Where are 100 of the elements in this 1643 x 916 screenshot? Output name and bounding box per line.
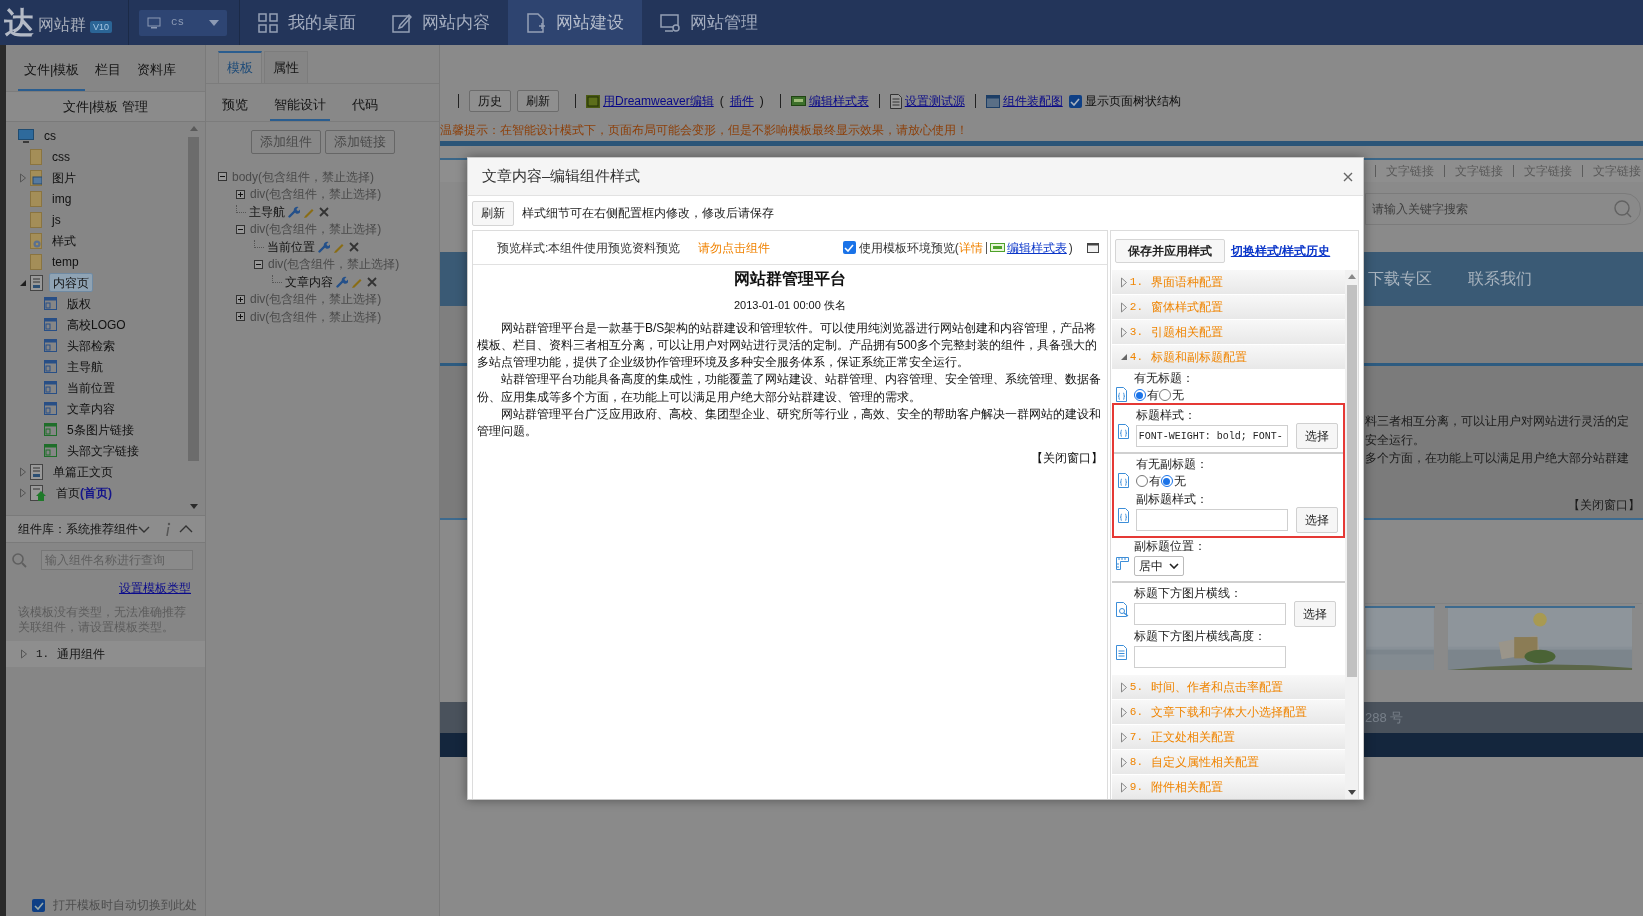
nav-tab[interactable]: 网站建设 <box>508 0 642 45</box>
close-link[interactable]: 【关闭窗口】 <box>1030 448 1103 467</box>
tree-item[interactable]: img <box>48 189 76 208</box>
tree-item[interactable]: 高校LOGO <box>63 315 130 334</box>
section-title: 正文处相关配置 <box>1151 729 1236 746</box>
warning-text: 请勿点击组件 <box>698 239 771 257</box>
parenthesis: ) <box>1068 239 1073 257</box>
view-tab[interactable]: 智能设计 <box>270 91 330 121</box>
field-label: 标题下方图片横线： <box>1133 586 1243 601</box>
article-text: 料三者相互分离，可以让用户对网站进行灵活的定 <box>1365 413 1629 430</box>
field-label: 有无标题： <box>1133 371 1194 386</box>
radio-label: 有 <box>1148 473 1161 490</box>
field-label: 标题样式： <box>1135 408 1197 423</box>
nav-tab[interactable]: 网站管理 <box>642 0 776 45</box>
choose-button[interactable]: 选择 <box>1295 423 1338 449</box>
toolbar-link[interactable]: 编辑样式表 <box>808 92 869 110</box>
article-meta: 2013-01-01 00:00 佚名 <box>733 298 846 313</box>
tree-item[interactable]: 样式 <box>48 231 80 250</box>
tree-item[interactable]: cs <box>40 126 60 145</box>
section-title: 时间、作者和点击率配置 <box>1151 679 1284 696</box>
toolbar-button[interactable]: 历史 <box>469 90 511 112</box>
tree-item[interactable]: 头部检索 <box>63 336 119 355</box>
section-title: 文章下载和字体大小选择配置 <box>1151 704 1308 721</box>
section-number: 1. <box>1129 274 1144 290</box>
section-title: 界面语种配置 <box>1151 274 1224 291</box>
notice-text: 温馨提示：在智能设计模式下，页面布局可能会变形，但是不影响模板最终显示效果，请放心使用！ <box>440 122 968 139</box>
tree-item[interactable]: 单篇正文页 <box>49 462 117 481</box>
tree-node[interactable]: div(包含组件，禁止选择) <box>250 307 382 326</box>
tree-node[interactable]: 当前位置 <box>267 237 315 256</box>
nav-tab[interactable]: 网站内容 <box>374 0 508 45</box>
group-label: 通用组件 <box>57 646 106 663</box>
tree-item[interactable]: temp <box>48 252 83 271</box>
position-select[interactable]: 居中 <box>1133 556 1184 576</box>
menu-item[interactable]: 联系我们 <box>1468 267 1532 291</box>
tree-node[interactable]: div(包含组件，禁止选择) <box>250 220 382 239</box>
panel-tab[interactable]: 模板 <box>218 51 262 83</box>
details-link[interactable]: 详情 <box>958 238 983 257</box>
menu-item[interactable]: 下载专区 <box>1368 267 1432 291</box>
section-title: 自定义属性相关配置 <box>1151 754 1260 771</box>
version-badge: V10 <box>90 20 112 33</box>
section-number: 6. <box>1129 704 1144 720</box>
tree-node[interactable]: 主导航 <box>249 202 285 221</box>
toolbar-link[interactable]: 用Dreamweaver编辑 <box>603 92 714 110</box>
library-group[interactable]: 1. 通用组件 <box>6 641 205 667</box>
tree-node[interactable]: div(包含组件，禁止选择) <box>250 185 382 204</box>
tree-node[interactable]: body(包含组件，禁止选择) <box>232 167 374 186</box>
tree-node[interactable]: 文章内容 <box>285 272 333 291</box>
article-text: 安全运行。 <box>1365 431 1425 449</box>
tree-item[interactable]: 内容页 <box>49 273 93 292</box>
text-field[interactable]: FONT-WEIGHT: bold; FONT- <box>1135 425 1288 447</box>
tree-node[interactable]: div(包含组件，禁止选择) <box>250 290 382 309</box>
article-paragraph: 网站群管理平台是一款基于B/S架构的站群建设和管理软件。可以使用纯浏览器进行网站创建和内容管理，产品将模板、栏目、资料三者相互分离，可以让用户对网站进行灵活的定制。产品拥有500多个完整封装的组件，具备强大的多站点管理功能，提供了企业级协作管理环境及多种安全服务体系，保证系统正常安全运行。 <box>477 319 1099 372</box>
dialog-title: 文章内容–编辑组件样式 <box>482 166 641 187</box>
panel-tab[interactable]: 栏目 <box>89 51 128 91</box>
panel-tab[interactable]: 资料库 <box>131 51 183 91</box>
tree-item[interactable]: js <box>48 210 65 229</box>
view-tab[interactable]: 代码 <box>348 91 382 121</box>
section-number: 8. <box>1129 754 1144 770</box>
panel-tab[interactable]: 属性 <box>264 51 308 83</box>
article-paragraph: 网站群管理平台广泛应用政府、高校、集团型企业、研究所等行业，高效、安全的帮助客户解决一群网站的建设和管理问题。 <box>477 406 1102 441</box>
close-link[interactable]: 【关闭窗口】 <box>1568 496 1640 514</box>
tree-node[interactable]: div(包含组件，禁止选择) <box>268 255 400 274</box>
plugin-link[interactable]: 插件 <box>729 92 754 110</box>
tree-item[interactable]: 5条图片链接 <box>63 420 138 439</box>
radio-label: 有 <box>1146 387 1159 404</box>
site-dropdown[interactable]: cs <box>139 9 227 36</box>
tree-item[interactable]: 当前位置 <box>63 378 119 397</box>
toolbar-link[interactable]: 组件装配图 <box>1002 92 1063 110</box>
tree-item[interactable]: 主导航 <box>63 357 107 376</box>
app-name: 网站群 <box>38 14 86 35</box>
tree-item[interactable]: 文章内容 <box>63 399 119 418</box>
choose-button[interactable]: 选择 <box>1295 507 1338 533</box>
tree-item[interactable]: 图片 <box>48 168 80 187</box>
section-number: 3. <box>1129 324 1144 340</box>
toolbar-button[interactable]: 刷新 <box>517 90 559 112</box>
article-title: 网站群管理平台 <box>732 269 847 289</box>
section-title: 标题和副标题配置 <box>1151 349 1248 366</box>
tree-item[interactable]: 版权 <box>63 294 95 313</box>
stylesheet-link[interactable]: 编辑样式表 <box>1006 238 1067 257</box>
section-number: 9. <box>1129 779 1144 795</box>
toolbar-link[interactable]: 设置测试源 <box>904 92 965 110</box>
section-number: 4. <box>1129 349 1144 365</box>
tree-item[interactable]: 头部文字链接 <box>63 441 143 460</box>
save-button[interactable]: 保存并应用样式 <box>1114 238 1225 263</box>
checkbox-label: 使用模板环境预览( <box>858 239 959 257</box>
tree-item[interactable]: 首页(首页) <box>52 483 116 502</box>
checkbox-label: 显示页面树状结构 <box>1084 93 1181 110</box>
section-number: 2. <box>1129 299 1144 315</box>
view-tab[interactable]: 预览 <box>218 91 252 121</box>
template-type-link[interactable]: 设置模板类型 <box>119 579 191 597</box>
refresh-button[interactable]: 刷新 <box>472 200 514 226</box>
history-link[interactable]: 切换样式/样式历史 <box>1230 241 1331 260</box>
library-title: 组件库：系统推荐组件 <box>18 521 138 538</box>
tree-item[interactable]: css <box>48 147 74 166</box>
group-number: 1. <box>36 646 50 662</box>
field-label: 副标题位置： <box>1133 539 1206 554</box>
radio-label: 无 <box>1171 387 1184 404</box>
nav-tab[interactable]: 我的桌面 <box>240 0 374 45</box>
preview-label: 预览样式:本组件使用预览资料预览 <box>497 239 681 257</box>
choose-button[interactable]: 选择 <box>1293 601 1336 627</box>
